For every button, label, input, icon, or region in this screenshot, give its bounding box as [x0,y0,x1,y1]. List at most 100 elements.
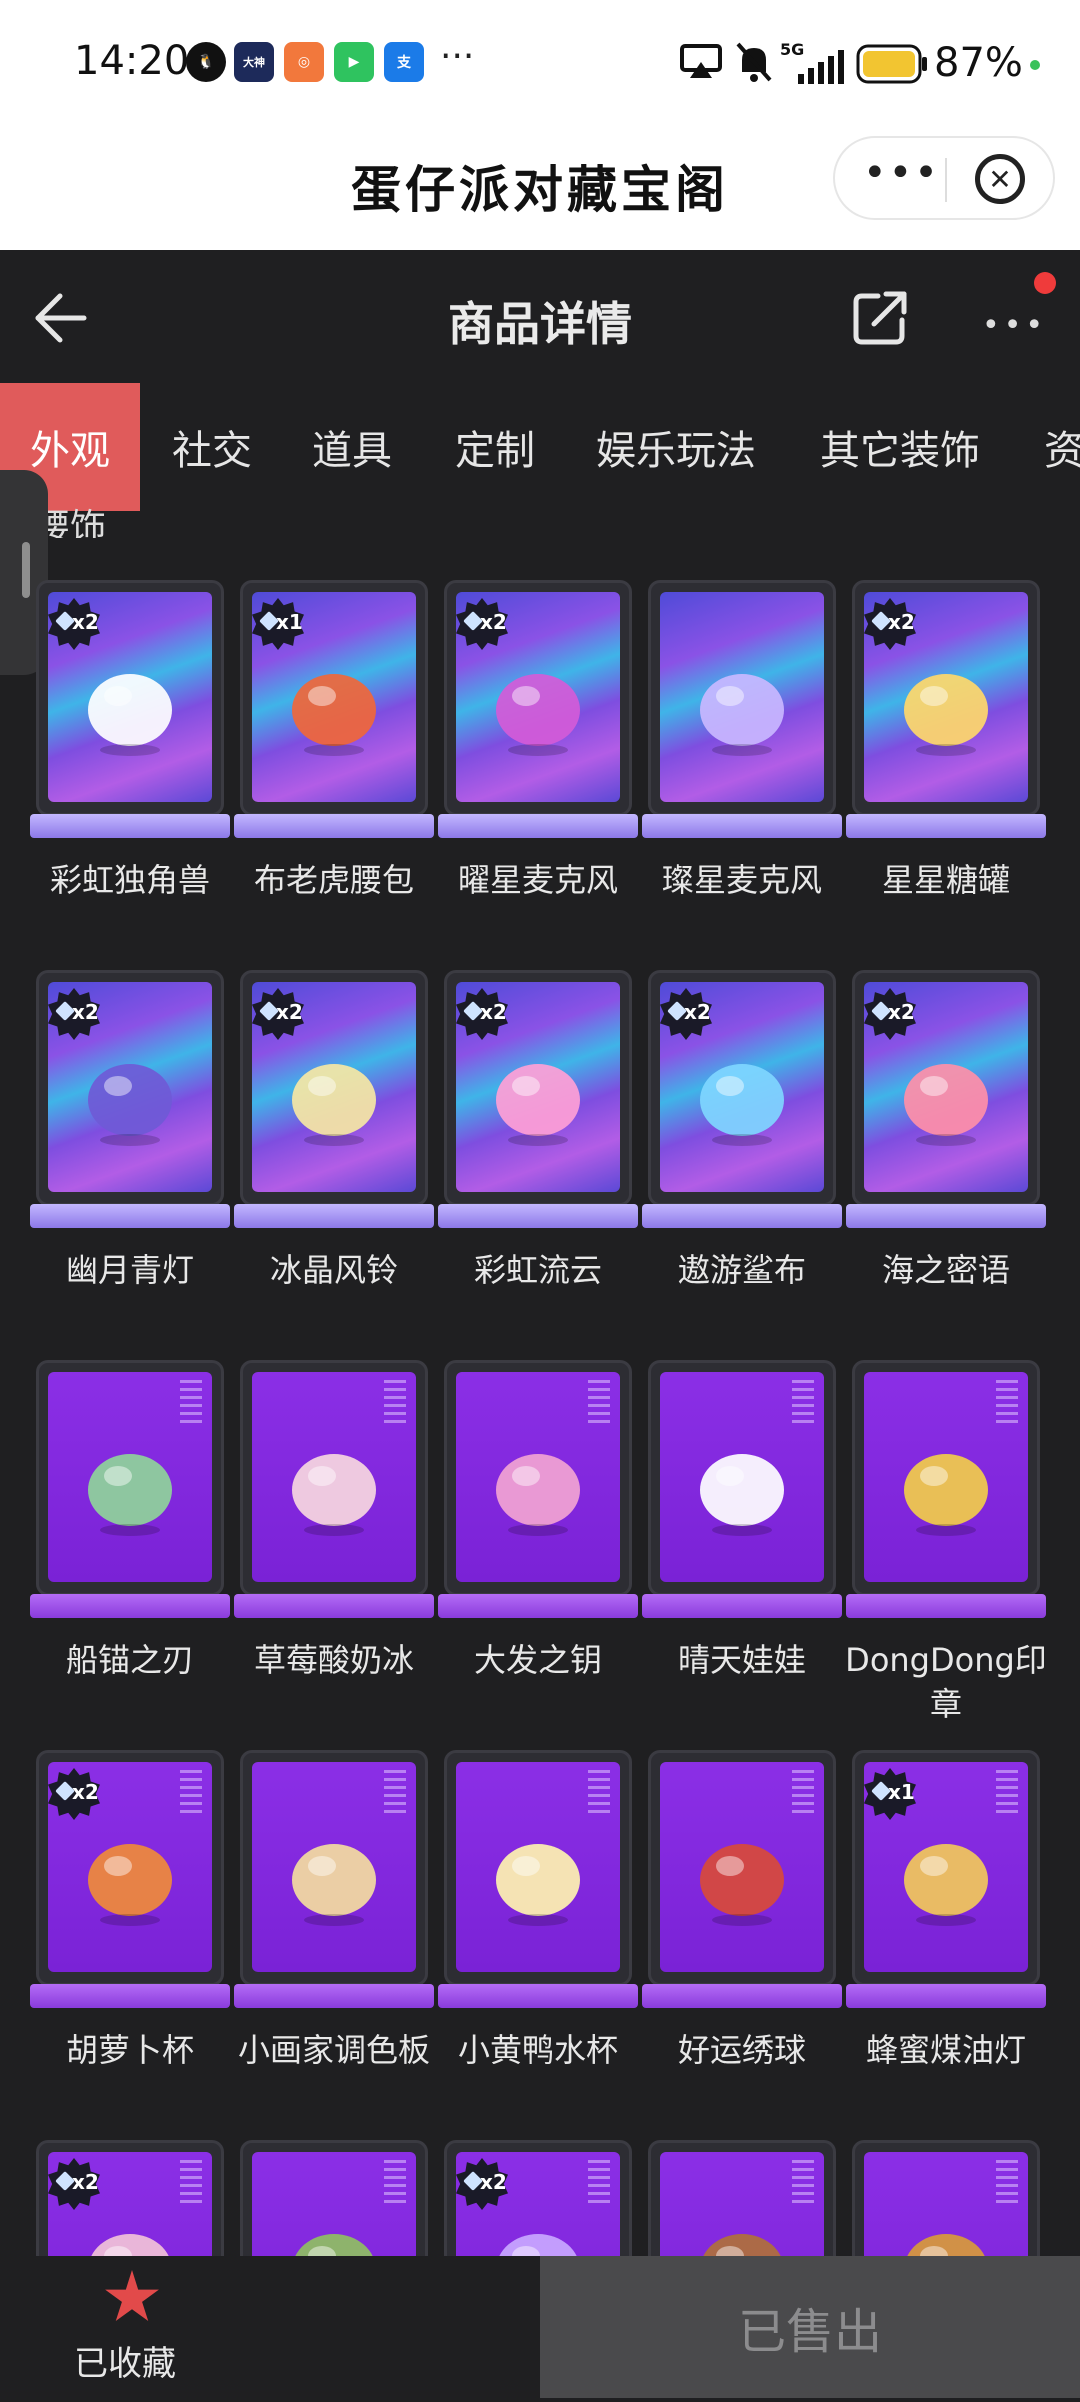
item-image [272,640,396,764]
item-display-case: x2 [438,970,638,1232]
item-image [680,640,804,764]
sold-out-button[interactable]: 已售出 [540,2256,1080,2398]
item-display-case: x1 [234,580,434,842]
app-bar: 商品详情 ••• [0,250,1080,380]
item-image [476,1810,600,1934]
quantity-badge: x1 [252,598,304,650]
item-name: 好运绣球 [677,2031,806,2069]
item-display-case: x1 [846,1750,1046,2012]
tab-props[interactable]: 道具 [312,383,392,511]
item-display-case: x2 [30,1750,230,2012]
item-display-case [846,1360,1046,1622]
item-name: 晴天娃娃 [677,1641,806,1679]
item-image [68,1810,192,1934]
quantity-badge: x1 [864,1768,916,1820]
item-name: 冰晶风铃 [269,1251,398,1289]
item-name: 遨游鲨布 [677,1251,806,1289]
dashen-icon: 大神 [234,42,274,82]
item-name: 小画家调色板 [237,2031,430,2069]
item-display-case: x2 [642,970,842,1232]
tab-other-decor[interactable]: 其它装饰 [820,383,980,511]
quantity-badge: x2 [864,598,916,650]
app-icon: ◎ [284,42,324,82]
battery-icon [856,44,927,84]
star-icon [105,2270,159,2321]
category-tabs: 外观 社交 道具 定制 娱乐玩法 其它装饰 资 [0,383,1080,511]
item-name: 布老虎腰包 [253,861,414,899]
item-image [272,1810,396,1934]
item-name: 草莓酸奶冰 [253,1641,414,1679]
item-name: 胡萝卜杯 [65,2031,194,2069]
item-display-case [234,1750,434,2012]
item-image [476,1420,600,1544]
item-name: 彩虹流云 [473,1251,602,1289]
item-name: DongDong印章 [845,1641,1047,1723]
item-image [476,1030,600,1154]
item-image [680,1810,804,1934]
mute-bell-icon [736,42,772,82]
page-title: 商品详情 [448,297,632,351]
more-options-button[interactable]: ••• [863,150,940,196]
item-display-case: x2 [30,580,230,842]
status-time: 14:20 [74,38,190,84]
item-display-case [642,580,842,842]
item-name: 曜星麦克风 [457,861,618,899]
tab-custom[interactable]: 定制 [455,383,535,511]
bottom-bar: 已收藏 已售出 [0,2256,1080,2398]
quantity-badge: x2 [456,2158,508,2210]
item-display-case: x2 [846,970,1046,1232]
cast-icon [680,44,722,78]
item-image [272,1420,396,1544]
tab-resources[interactable]: 资 [1044,383,1080,511]
item-name: 海之密语 [881,1251,1010,1289]
item-display-case [438,1750,638,2012]
item-display-case: x2 [30,970,230,1232]
item-image [68,1030,192,1154]
item-name: 幽月青灯 [65,1251,194,1289]
quantity-badge: x2 [252,988,304,1040]
capsule-menu: ••• ✕ [833,136,1055,220]
quantity-badge: x2 [48,2158,100,2210]
favorite-label: 已收藏 [74,2344,176,2384]
item-name: 星星糖罐 [881,861,1010,899]
quantity-badge: x2 [48,598,100,650]
item-display-case [234,1360,434,1622]
tab-social[interactable]: 社交 [172,383,252,511]
notification-overflow: ··· [440,36,475,77]
notification-dot [1034,272,1056,294]
item-image [680,1420,804,1544]
share-icon[interactable] [852,288,910,346]
item-display-case: x2 [846,580,1046,842]
close-circle-icon[interactable]: ✕ [975,154,1025,204]
item-name: 小黄鸭水杯 [457,2031,618,2069]
item-display-case: x2 [234,970,434,1232]
item-image [476,640,600,764]
item-image [884,640,1008,764]
tab-entertainment[interactable]: 娱乐玩法 [596,383,756,511]
quantity-badge: x2 [48,988,100,1040]
item-display-case [438,1360,638,1622]
item-image [68,1420,192,1544]
signal-icon [798,50,844,84]
quantity-badge: x2 [660,988,712,1040]
quantity-badge: x2 [456,598,508,650]
battery-percent: 87% [934,40,1023,86]
favorite-button[interactable]: 已收藏 [0,2256,540,2398]
more-menu-button[interactable]: ••• [982,308,1047,343]
quantity-badge: x2 [456,988,508,1040]
item-image [272,1030,396,1154]
item-display-case [30,1360,230,1622]
item-name: 大发之钥 [473,1641,602,1679]
item-display-case [642,1360,842,1622]
item-name: 彩虹独角兽 [49,861,210,899]
capsule-divider [945,158,947,202]
qq-icon: 🐧 [186,42,226,82]
item-display-case: x2 [438,580,638,842]
item-image [884,1810,1008,1934]
mini-program-header: 蛋仔派对藏宝阁 ••• ✕ [0,130,1080,250]
quantity-badge: x2 [864,988,916,1040]
item-name: 蜂蜜煤油灯 [865,2031,1026,2069]
item-display-case [642,1750,842,2012]
item-name: 船锚之刃 [65,1641,194,1679]
item-image [884,1420,1008,1544]
